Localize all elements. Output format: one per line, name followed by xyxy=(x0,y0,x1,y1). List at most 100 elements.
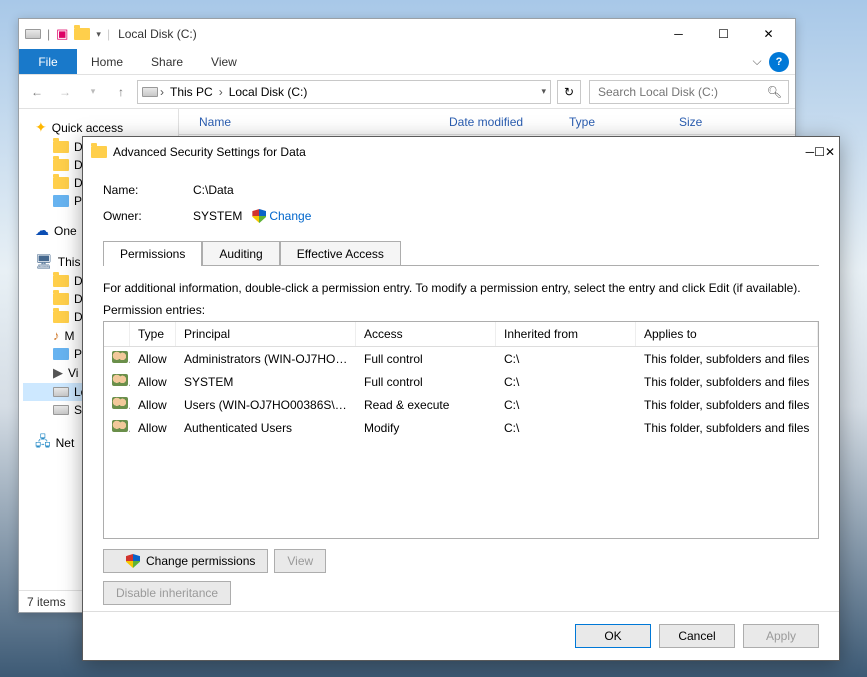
cancel-button[interactable]: Cancel xyxy=(659,624,735,648)
header-type[interactable]: Type xyxy=(130,322,176,346)
header-applies[interactable]: Applies to xyxy=(636,322,818,346)
header-inherited[interactable]: Inherited from xyxy=(496,322,636,346)
cell-applies: This folder, subfolders and files xyxy=(636,350,818,368)
instruction-text: For additional information, double-click… xyxy=(103,281,819,295)
column-type[interactable]: Type xyxy=(569,115,679,129)
tree-label: M xyxy=(65,329,75,343)
item-count: 7 items xyxy=(27,595,66,609)
cell-access: Full control xyxy=(356,373,496,391)
view-tab[interactable]: View xyxy=(197,49,251,74)
folder-icon xyxy=(53,311,69,323)
cell-principal: Administrators (WIN-OJ7HO0... xyxy=(176,350,356,368)
permission-row[interactable]: AllowUsers (WIN-OJ7HO00386S\Us...Read & … xyxy=(104,393,818,416)
refresh-button[interactable]: ↻ xyxy=(557,80,581,104)
search-input[interactable] xyxy=(596,84,782,100)
up-button[interactable]: ↑ xyxy=(109,80,133,104)
tab-strip: Permissions Auditing Effective Access xyxy=(103,241,819,266)
permission-grid: Type Principal Access Inherited from App… xyxy=(103,321,819,539)
change-owner-link[interactable]: Change xyxy=(269,209,311,223)
shield-icon xyxy=(126,554,140,568)
column-date[interactable]: Date modified xyxy=(449,115,569,129)
permission-row[interactable]: AllowAuthenticated UsersModifyC:\This fo… xyxy=(104,416,818,439)
cell-principal: Authenticated Users xyxy=(176,419,356,437)
navigation-bar: ← → ▾ ↑ › This PC › Local Disk (C:) ▾ ↻ … xyxy=(19,75,795,109)
button-label: Change permissions xyxy=(146,554,255,568)
cell-applies: This folder, subfolders and files xyxy=(636,396,818,414)
new-folder-icon[interactable] xyxy=(74,28,90,40)
cell-inherited: C:\ xyxy=(496,396,636,414)
chevron-right-icon[interactable]: › xyxy=(158,85,166,99)
videos-icon: ▶ xyxy=(53,365,63,381)
drive-icon xyxy=(53,387,69,397)
drive-icon xyxy=(25,29,41,39)
cell-access: Full control xyxy=(356,350,496,368)
change-permissions-button[interactable]: Change permissions xyxy=(103,549,268,573)
ribbon-expand-icon[interactable]: ⌵ xyxy=(745,49,769,74)
close-button[interactable]: ✕ xyxy=(825,145,835,159)
share-tab[interactable]: Share xyxy=(137,49,197,74)
column-size[interactable]: Size xyxy=(679,115,702,129)
minimize-button[interactable]: ─ xyxy=(806,145,815,159)
chevron-right-icon[interactable]: › xyxy=(217,85,225,99)
properties-icon[interactable]: ▣ xyxy=(56,26,68,42)
dialog-title: Advanced Security Settings for Data xyxy=(113,145,306,159)
header-principal[interactable]: Principal xyxy=(176,322,356,346)
search-icon[interactable]: 🔍︎ xyxy=(767,85,782,99)
tab-permissions[interactable]: Permissions xyxy=(103,241,202,266)
permission-row[interactable]: AllowAdministrators (WIN-OJ7HO0...Full c… xyxy=(104,347,818,370)
column-name[interactable]: Name xyxy=(199,115,449,129)
maximize-button[interactable]: ☐ xyxy=(814,145,825,159)
tab-effective-access[interactable]: Effective Access xyxy=(280,241,401,266)
folder-icon xyxy=(53,159,69,171)
cell-applies: This folder, subfolders and files xyxy=(636,419,818,437)
cell-principal: Users (WIN-OJ7HO00386S\Us... xyxy=(176,396,356,414)
history-dropdown-icon[interactable]: ▾ xyxy=(81,80,105,104)
owner-label: Owner: xyxy=(103,209,193,223)
tree-quick-access[interactable]: ✦Quick access xyxy=(23,117,174,138)
grid-header: Type Principal Access Inherited from App… xyxy=(104,322,818,347)
folder-icon xyxy=(53,293,69,305)
folder-icon xyxy=(53,141,69,153)
cell-applies: This folder, subfolders and files xyxy=(636,373,818,391)
home-tab[interactable]: Home xyxy=(77,49,137,74)
entries-label: Permission entries: xyxy=(103,303,819,317)
address-dropdown-icon[interactable]: ▾ xyxy=(541,86,546,97)
help-icon[interactable]: ? xyxy=(769,52,789,72)
folder-icon xyxy=(53,177,69,189)
explorer-titlebar: | ▣ ▾ | Local Disk (C:) ─ ☐ ✕ xyxy=(19,19,795,49)
ribbon-tabs: File Home Share View ⌵ ? xyxy=(19,49,795,75)
breadcrumb-location[interactable]: Local Disk (C:) xyxy=(225,85,312,99)
file-tab[interactable]: File xyxy=(19,49,77,74)
permission-row[interactable]: AllowSYSTEMFull controlC:\This folder, s… xyxy=(104,370,818,393)
pictures-icon xyxy=(53,348,69,360)
address-bar[interactable]: › This PC › Local Disk (C:) ▾ xyxy=(137,80,551,104)
qat-dropdown-icon[interactable]: ▾ xyxy=(96,29,101,40)
pc-icon: 🖥 xyxy=(35,253,53,270)
tree-label: Quick access xyxy=(52,121,123,135)
disable-inheritance-button[interactable]: Disable inheritance xyxy=(103,581,231,605)
cell-access: Modify xyxy=(356,419,496,437)
view-button[interactable]: View xyxy=(274,549,326,573)
owner-row: Owner: SYSTEM Change xyxy=(103,209,819,223)
ok-button[interactable]: OK xyxy=(575,624,651,648)
minimize-button[interactable]: ─ xyxy=(656,20,701,48)
users-icon xyxy=(112,420,128,432)
cell-type: Allow xyxy=(130,350,176,368)
tab-auditing[interactable]: Auditing xyxy=(202,241,279,266)
pictures-icon xyxy=(53,195,69,207)
tree-label: One xyxy=(54,224,77,238)
back-button[interactable]: ← xyxy=(25,80,49,104)
apply-button[interactable]: Apply xyxy=(743,624,819,648)
breadcrumb-thispc[interactable]: This PC xyxy=(166,85,217,99)
dialog-titlebar: Advanced Security Settings for Data ─ ☐ … xyxy=(83,137,839,167)
cell-inherited: C:\ xyxy=(496,373,636,391)
tree-label: This xyxy=(58,255,81,269)
drive-icon xyxy=(53,405,69,415)
header-access[interactable]: Access xyxy=(356,322,496,346)
name-label: Name: xyxy=(103,183,193,197)
maximize-button[interactable]: ☐ xyxy=(701,20,746,48)
close-button[interactable]: ✕ xyxy=(746,20,791,48)
cell-type: Allow xyxy=(130,396,176,414)
search-box[interactable]: 🔍︎ xyxy=(589,80,789,104)
forward-button[interactable]: → xyxy=(53,80,77,104)
